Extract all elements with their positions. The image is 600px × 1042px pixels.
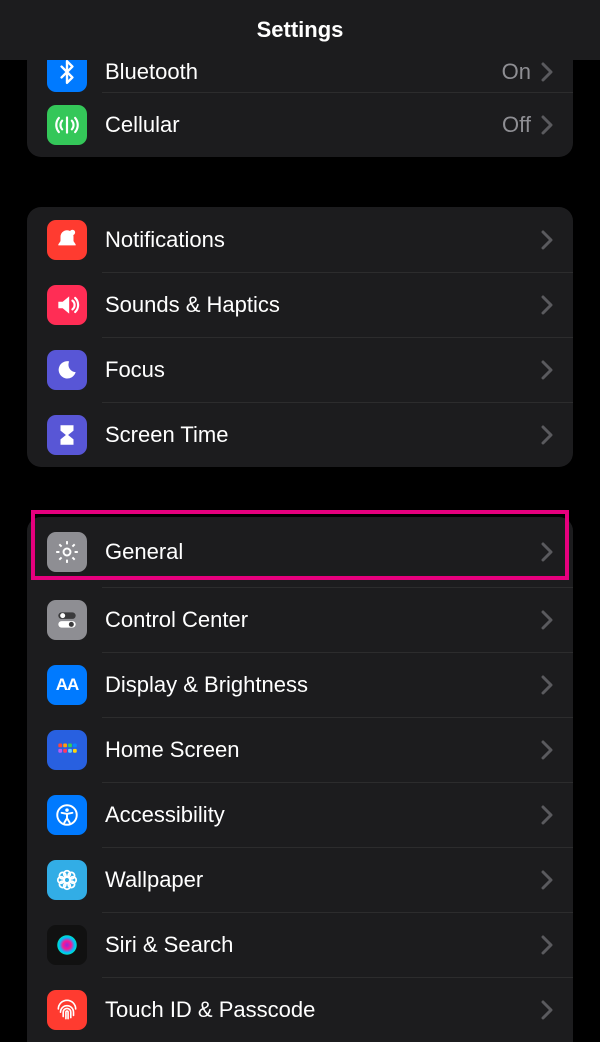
notifications-icon — [47, 220, 87, 260]
screentime-label: Screen Time — [105, 422, 541, 448]
row-bluetooth[interactable]: Bluetooth On — [27, 60, 573, 92]
row-siri[interactable]: Siri & Search — [27, 912, 573, 977]
row-home-screen[interactable]: Home Screen — [27, 717, 573, 782]
cellular-icon — [47, 105, 87, 145]
bluetooth-label: Bluetooth — [105, 60, 502, 85]
chevron-right-icon — [541, 740, 553, 760]
chevron-right-icon — [541, 1000, 553, 1020]
sounds-label: Sounds & Haptics — [105, 292, 541, 318]
chevron-right-icon — [541, 675, 553, 695]
row-sounds[interactable]: Sounds & Haptics — [27, 272, 573, 337]
siri-label: Siri & Search — [105, 932, 541, 958]
bluetooth-icon — [47, 60, 87, 92]
control-center-icon — [47, 600, 87, 640]
page-title: Settings — [257, 17, 344, 43]
row-accessibility[interactable]: Accessibility — [27, 782, 573, 847]
accessibility-icon — [47, 795, 87, 835]
chevron-right-icon — [541, 935, 553, 955]
row-wallpaper[interactable]: Wallpaper — [27, 847, 573, 912]
cellular-value: Off — [502, 112, 531, 138]
chevron-right-icon — [541, 230, 553, 250]
group-alerts: Notifications Sounds & Haptics Focus — [27, 207, 573, 467]
display-icon: AA — [47, 665, 87, 705]
display-label: Display & Brightness — [105, 672, 541, 698]
chevron-right-icon — [541, 62, 553, 82]
accessibility-label: Accessibility — [105, 802, 541, 828]
row-cellular[interactable]: Cellular Off — [27, 92, 573, 157]
chevron-right-icon — [541, 360, 553, 380]
group-connectivity: Bluetooth On Cellular Off — [27, 60, 573, 157]
notifications-label: Notifications — [105, 227, 541, 253]
sounds-icon — [47, 285, 87, 325]
row-screentime[interactable]: Screen Time — [27, 402, 573, 467]
focus-label: Focus — [105, 357, 541, 383]
row-notifications[interactable]: Notifications — [27, 207, 573, 272]
row-focus[interactable]: Focus — [27, 337, 573, 402]
cellular-label: Cellular — [105, 112, 502, 138]
chevron-right-icon — [541, 425, 553, 445]
chevron-right-icon — [541, 115, 553, 135]
home-screen-icon — [47, 730, 87, 770]
chevron-right-icon — [541, 805, 553, 825]
screentime-icon — [47, 415, 87, 455]
header-bar: Settings — [0, 0, 600, 60]
general-icon — [47, 532, 87, 572]
row-touchid[interactable]: Touch ID & Passcode — [27, 977, 573, 1042]
wallpaper-label: Wallpaper — [105, 867, 541, 893]
general-label: General — [105, 539, 541, 565]
chevron-right-icon — [541, 870, 553, 890]
row-control-center[interactable]: Control Center — [27, 587, 573, 652]
siri-icon — [47, 925, 87, 965]
chevron-right-icon — [541, 542, 553, 562]
control-center-label: Control Center — [105, 607, 541, 633]
row-display[interactable]: AA Display & Brightness — [27, 652, 573, 717]
chevron-right-icon — [541, 610, 553, 630]
settings-scroll[interactable]: Bluetooth On Cellular Off Notifications — [0, 60, 600, 1042]
touchid-icon — [47, 990, 87, 1030]
focus-icon — [47, 350, 87, 390]
home-screen-label: Home Screen — [105, 737, 541, 763]
wallpaper-icon — [47, 860, 87, 900]
chevron-right-icon — [541, 295, 553, 315]
row-general[interactable]: General — [27, 517, 573, 587]
touchid-label: Touch ID & Passcode — [105, 997, 541, 1023]
group-device: General Control Center AA Display & Brig… — [27, 517, 573, 1042]
bluetooth-value: On — [502, 60, 531, 85]
